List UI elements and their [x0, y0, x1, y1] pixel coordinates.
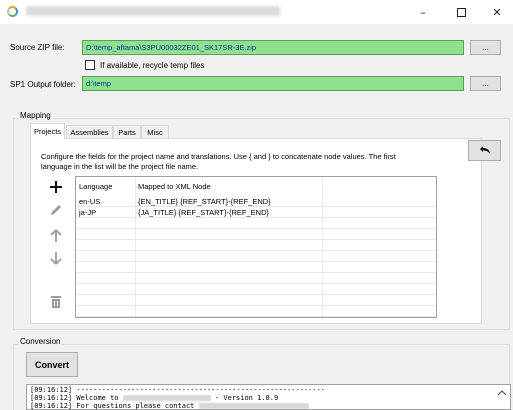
- minimize-button[interactable]: –: [406, 0, 440, 24]
- empty-row: [76, 273, 436, 284]
- delete-icon: [51, 296, 61, 308]
- add-button[interactable]: [44, 177, 68, 197]
- output-folder-value: d:\temp: [86, 79, 112, 88]
- source-zip-input[interactable]: D:\temp_aftama\S3PU00032ZE01_SK17SR-3E.z…: [82, 40, 464, 55]
- app-logo-icon: [7, 6, 18, 17]
- output-folder-label: SP1 Output folder:: [10, 80, 76, 89]
- minimize-icon: –: [420, 5, 426, 19]
- log-output[interactable]: [09:16:12] -----------------------------…: [26, 384, 511, 410]
- window-title: [26, 6, 280, 16]
- close-icon: ✕: [492, 5, 502, 19]
- column-header-node[interactable]: Mapped to XML Node: [135, 181, 322, 192]
- output-folder-input[interactable]: d:\temp: [82, 76, 464, 91]
- convert-button[interactable]: Convert: [26, 352, 78, 377]
- recycle-temp-label: If available, recycle temp files: [100, 61, 205, 70]
- tab-projects-label: Projects: [33, 127, 62, 136]
- mapping-group-title: Mapping: [18, 111, 53, 120]
- chevron-up-icon: [498, 389, 506, 395]
- edit-button[interactable]: [44, 200, 68, 220]
- log-time: [09:16:12]: [30, 402, 73, 410]
- log-line: [09:16:12] -----------------------------…: [30, 386, 507, 394]
- move-down-icon: [50, 252, 62, 265]
- mapping-description-line1: Configure the fields for the project nam…: [41, 152, 396, 161]
- tab-misc[interactable]: Misc: [141, 125, 169, 139]
- output-browse-label: ...: [482, 79, 489, 88]
- source-zip-value: D:\temp_aftama\S3PU00032ZE01_SK17SR-3E.z…: [86, 43, 257, 52]
- source-browse-button[interactable]: ...: [470, 40, 501, 55]
- table-row[interactable]: en-US {EN_TITLE} {REF_START}-{REF_END}: [76, 196, 436, 207]
- convert-label: Convert: [34, 359, 69, 370]
- mapping-grid[interactable]: Language Mapped to XML Node en-US {EN_TI…: [75, 176, 437, 318]
- tab-parts[interactable]: Parts: [113, 125, 141, 139]
- log-text: For questions please contact: [72, 402, 199, 410]
- empty-row: [76, 229, 436, 240]
- log-time: [09:16:12]: [30, 394, 73, 402]
- output-browse-button[interactable]: ...: [470, 76, 501, 91]
- log-line: [09:16:12] For questions please contact: [30, 402, 507, 410]
- undo-icon: [479, 145, 490, 154]
- empty-row: [76, 306, 436, 317]
- log-text: Welcome to: [72, 394, 123, 402]
- row-node[interactable]: {JA_TITLE} {REF_START}-{REF_END}: [135, 207, 322, 218]
- source-zip-label: Source ZIP file:: [10, 43, 65, 52]
- move-up-icon: [50, 229, 62, 242]
- grid-header: Language Mapped to XML Node: [76, 181, 436, 192]
- move-down-button[interactable]: [44, 248, 68, 268]
- close-button[interactable]: ✕: [480, 0, 513, 24]
- row-node[interactable]: {EN_TITLE} {REF_START}-{REF_END}: [135, 196, 322, 207]
- empty-row: [76, 240, 436, 251]
- mapping-description-line2: language in the list will be the project…: [41, 162, 199, 171]
- row-language[interactable]: en-US: [76, 196, 135, 207]
- empty-row: [76, 295, 436, 306]
- empty-row: [76, 218, 436, 229]
- column-header-language[interactable]: Language: [76, 181, 135, 192]
- log-time: [09:16:12]: [30, 386, 73, 394]
- maximize-button[interactable]: [444, 0, 478, 24]
- recycle-temp-checkbox[interactable]: [85, 60, 95, 70]
- edit-icon: [51, 205, 61, 215]
- tab-projects[interactable]: Projects: [30, 123, 65, 139]
- add-icon: [50, 181, 62, 193]
- redacted-text: [122, 395, 211, 401]
- tab-assemblies[interactable]: Assemblies: [66, 125, 113, 139]
- conversion-group-title: Conversion: [18, 337, 63, 346]
- maximize-icon: [456, 7, 466, 17]
- empty-row: [76, 262, 436, 273]
- log-suffix: - Version 1.0.9: [210, 394, 279, 402]
- title-bar: – ✕: [0, 0, 513, 24]
- log-line: [09:16:12] Welcome to - Version 1.0.9: [30, 394, 507, 402]
- delete-button[interactable]: [44, 292, 68, 312]
- tab-misc-label: Misc: [147, 128, 163, 137]
- empty-row: [76, 251, 436, 262]
- undo-button[interactable]: [468, 140, 501, 161]
- redacted-text: [198, 403, 309, 409]
- log-text: ----------------------------------------…: [72, 386, 326, 394]
- log-scroll-up-button[interactable]: [495, 385, 509, 399]
- tab-parts-label: Parts: [118, 128, 136, 137]
- table-row[interactable]: ja-JP {JA_TITLE} {REF_START}-{REF_END}: [76, 207, 436, 218]
- empty-row: [76, 284, 436, 295]
- move-up-button[interactable]: [44, 226, 68, 246]
- tab-assemblies-label: Assemblies: [70, 128, 109, 137]
- row-language[interactable]: ja-JP: [76, 207, 135, 218]
- source-browse-label: ...: [482, 43, 489, 52]
